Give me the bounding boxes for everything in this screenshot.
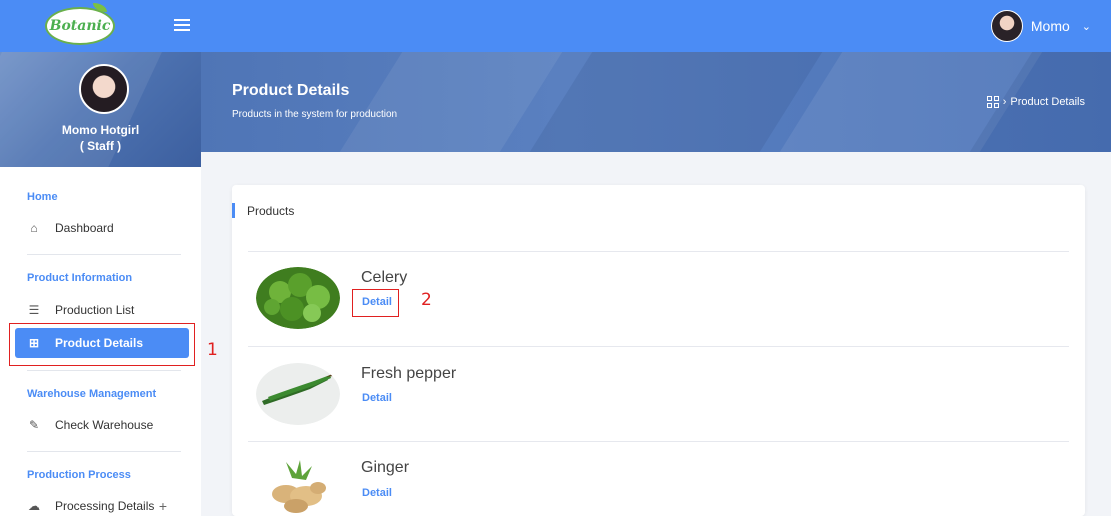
logo-text: Botanic — [49, 18, 111, 34]
product-detail-link[interactable]: Detail — [362, 392, 392, 404]
banner-decoration — [339, 52, 563, 152]
sidebar-item-label: Processing Details — [55, 499, 155, 513]
page-header-banner: Product Details Products in the system f… — [201, 52, 1111, 152]
divider — [27, 370, 181, 371]
sidebar-item-label: Production List — [55, 303, 135, 317]
divider — [248, 251, 1069, 252]
top-navbar: Botanic Momo ⌄ — [0, 0, 1111, 52]
sidebar-item-dashboard[interactable]: ⌂ Dashboard — [15, 213, 189, 243]
section-title-product-information: Product Information — [27, 272, 133, 284]
breadcrumb-current: Product Details — [1010, 96, 1085, 108]
annotation-box-1 — [9, 323, 195, 366]
pepper-image — [256, 363, 340, 425]
sidebar-item-label: Dashboard — [55, 221, 114, 235]
card-accent-bar — [232, 203, 235, 218]
page-title: Product Details — [232, 82, 350, 99]
profile-role: ( Staff ) — [79, 139, 122, 153]
section-title-home: Home — [27, 191, 58, 203]
product-detail-link[interactable]: Detail — [362, 487, 392, 499]
annotation-number-2: 2 — [421, 290, 432, 310]
top-username: Momo — [1030, 18, 1070, 34]
edit-icon: ✎ — [28, 418, 40, 432]
product-name: Celery — [361, 269, 408, 286]
card-header: Products — [232, 185, 1085, 235]
profile-name: Momo Hotgirl — [61, 123, 140, 137]
cloud-icon: ☁ — [28, 499, 40, 513]
products-card: Products Celery Detail Fresh pepper Deta… — [232, 185, 1085, 516]
sidebar-item-processing-details[interactable]: ☁ Processing Details + — [15, 491, 189, 516]
section-title-warehouse-management: Warehouse Management — [27, 388, 157, 400]
annotation-box-2 — [352, 289, 399, 317]
list-icon: ☰ — [28, 303, 40, 317]
botanic-logo[interactable]: Botanic — [45, 3, 115, 45]
leaf-icon — [93, 3, 107, 12]
divider — [248, 441, 1069, 442]
banner-decoration — [529, 52, 823, 152]
breadcrumb-separator: › — [1002, 96, 1007, 108]
divider — [248, 346, 1069, 347]
page-subtitle: Products in the system for production — [232, 109, 398, 120]
chevron-down-icon: ⌄ — [1081, 20, 1091, 33]
sidebar-item-check-warehouse[interactable]: ✎ Check Warehouse — [15, 410, 189, 440]
section-title-production-process: Production Process — [27, 469, 131, 481]
annotation-number-1: 1 — [207, 340, 218, 360]
divider — [27, 254, 181, 255]
expand-plus-icon[interactable]: + — [159, 498, 167, 514]
product-name: Ginger — [361, 459, 410, 476]
grid-icon[interactable] — [986, 96, 999, 108]
profile-avatar — [79, 64, 129, 114]
card-title: Products — [247, 204, 295, 218]
divider — [27, 451, 181, 452]
product-name: Fresh pepper — [361, 365, 457, 382]
user-menu[interactable]: Momo ⌄ — [990, 10, 1091, 42]
avatar — [990, 10, 1023, 42]
sidebar-item-label: Check Warehouse — [55, 418, 154, 432]
sidebar-item-production-list[interactable]: ☰ Production List — [15, 295, 189, 325]
home-icon: ⌂ — [30, 221, 38, 235]
ginger-image — [256, 456, 340, 516]
menu-toggle-icon[interactable] — [174, 16, 190, 34]
breadcrumb: › Product Details — [986, 96, 1085, 108]
profile-panel: Momo Hotgirl ( Staff ) — [0, 52, 201, 167]
celery-image — [256, 267, 340, 329]
